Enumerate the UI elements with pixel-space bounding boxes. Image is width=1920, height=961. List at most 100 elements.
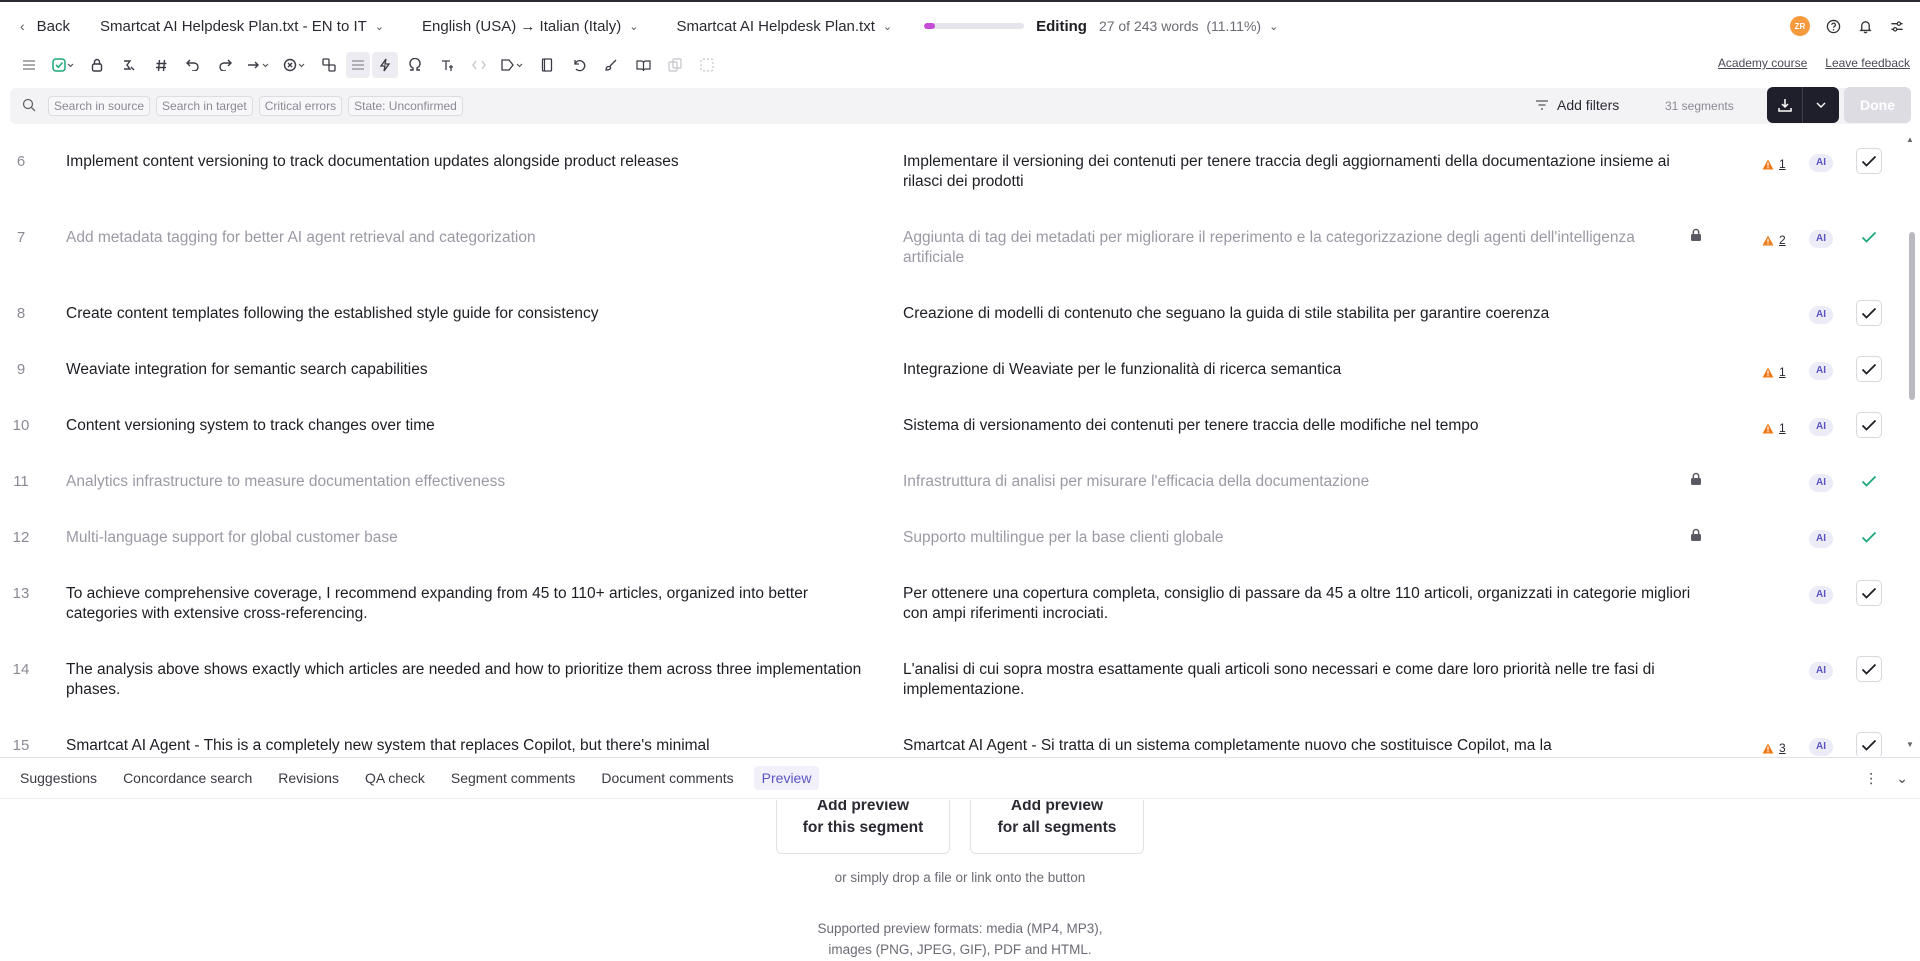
project-selector[interactable]: Smartcat AI Helpdesk Plan.txt - EN to IT…: [100, 18, 384, 35]
segment-row[interactable]: 10 Content versioning system to track ch…: [0, 412, 1905, 476]
tab-suggestions[interactable]: Suggestions: [20, 766, 97, 790]
language-pair-selector[interactable]: English (USA) → Italian (Italy) ⌄: [422, 18, 638, 35]
add-preview-segment-button[interactable]: Add preview for this segment: [776, 800, 950, 854]
add-preview-all-button[interactable]: Add preview for all segments: [970, 800, 1144, 854]
segment-row[interactable]: 12 Multi-language support for global cus…: [0, 528, 1905, 588]
special-chars-icon[interactable]: [400, 52, 430, 78]
confirmed-check-icon[interactable]: [1856, 224, 1882, 250]
segment-row[interactable]: 11 Analytics infrastructure to measure d…: [0, 472, 1905, 532]
revert-icon[interactable]: [564, 52, 594, 78]
confirmed-check-icon[interactable]: [1856, 468, 1882, 494]
segment-number: 8: [16, 305, 26, 322]
lightning-icon[interactable]: [372, 52, 398, 78]
target-text[interactable]: Infrastruttura di analisi per misurare l…: [903, 472, 1693, 492]
progress-indicator[interactable]: Editing 27 of 243 words (11.11%) ⌄: [924, 18, 1278, 35]
bell-icon[interactable]: [1856, 17, 1874, 35]
target-text[interactable]: L'analisi di cui sopra mostra esattament…: [903, 660, 1693, 700]
warning-count: 1: [1779, 365, 1786, 379]
hash-icon[interactable]: [146, 52, 176, 78]
segment-row[interactable]: 7 Add metadata tagging for better AI age…: [0, 228, 1905, 288]
qa-warning-badge[interactable]: 2: [1762, 230, 1786, 250]
tab-qa-check[interactable]: QA check: [365, 766, 425, 790]
confirmed-check-icon[interactable]: [1856, 524, 1882, 550]
go-to-icon[interactable]: [242, 52, 276, 78]
qa-warning-badge[interactable]: 1: [1762, 362, 1786, 382]
copy-source-icon[interactable]: [114, 52, 144, 78]
tab-preview[interactable]: Preview: [753, 766, 820, 790]
segment-row[interactable]: 13 To achieve comprehensive coverage, I …: [0, 580, 1905, 644]
scroll-up-icon[interactable]: ▲: [1906, 135, 1914, 144]
tab-segment-comments[interactable]: Segment comments: [451, 766, 576, 790]
target-text[interactable]: Smartcat AI Agent - Si tratta di un sist…: [903, 736, 1693, 756]
target-text[interactable]: Supporto multilingue per la base clienti…: [903, 528, 1693, 548]
segment-row[interactable]: 8 Create content templates following the…: [0, 300, 1905, 364]
scroll-down-icon[interactable]: ▼: [1906, 740, 1914, 749]
segment-row[interactable]: 6 Implement content versioning to track …: [0, 148, 1905, 212]
add-filters-button[interactable]: Add filters: [1535, 97, 1619, 113]
open-book-icon[interactable]: [628, 52, 658, 78]
progress-bar: [924, 23, 1025, 29]
collapse-panel-icon[interactable]: ⌄: [1896, 770, 1908, 787]
segment-number: 15: [12, 737, 30, 754]
redo-icon[interactable]: [210, 52, 240, 78]
confirm-segment-button[interactable]: [1856, 356, 1882, 382]
confirm-segment-button[interactable]: [1856, 148, 1882, 174]
book-icon[interactable]: [532, 52, 562, 78]
merge-icon[interactable]: [692, 52, 722, 78]
copy-icon[interactable]: [660, 52, 690, 78]
confirm-segment-button[interactable]: [1856, 300, 1882, 326]
qa-warning-badge[interactable]: 3: [1762, 738, 1786, 756]
qa-warning-badge[interactable]: 1: [1762, 154, 1786, 174]
ai-badge: AI: [1809, 154, 1833, 172]
academy-course-link[interactable]: Academy course: [1718, 56, 1807, 70]
target-text[interactable]: Sistema di versionamento dei contenuti p…: [903, 416, 1693, 436]
target-text[interactable]: Implementare il versioning dei contenuti…: [903, 152, 1693, 192]
back-button[interactable]: ‹ Back: [20, 18, 70, 35]
avatar[interactable]: ZR: [1790, 16, 1810, 36]
target-text[interactable]: Integrazione di Weaviate per le funziona…: [903, 360, 1693, 380]
align-icon[interactable]: [346, 52, 370, 78]
tab-document-comments[interactable]: Document comments: [601, 766, 733, 790]
filter-bar: Search in source Search in target Critic…: [10, 87, 1911, 124]
segment-row[interactable]: 9 Weaviate integration for semantic sear…: [0, 356, 1905, 420]
brush-icon[interactable]: [596, 52, 626, 78]
scrollbar-track[interactable]: [1907, 132, 1916, 750]
menu-lines-icon[interactable]: [14, 52, 44, 78]
confirm-status-icon[interactable]: [46, 52, 80, 78]
tab-revisions[interactable]: Revisions: [278, 766, 339, 790]
scrollbar-thumb[interactable]: [1909, 232, 1915, 400]
tab-concordance-search[interactable]: Concordance search: [123, 766, 252, 790]
code-tags-icon[interactable]: [464, 52, 494, 78]
leave-feedback-link[interactable]: Leave feedback: [1825, 56, 1910, 70]
download-options-button[interactable]: [1803, 87, 1839, 123]
segment-row[interactable]: 15 Smartcat AI Agent - This is a complet…: [0, 732, 1905, 756]
check-icon: [1861, 155, 1877, 167]
replace-icon[interactable]: [314, 52, 344, 78]
document-name: Smartcat AI Helpdesk Plan.txt: [676, 17, 875, 35]
confirm-segment-button[interactable]: [1856, 732, 1882, 756]
qa-warning-badge[interactable]: 1: [1762, 418, 1786, 438]
filter-chip-search-source[interactable]: Search in source: [48, 96, 151, 116]
download-button[interactable]: [1767, 87, 1803, 123]
settings-icon[interactable]: [1888, 17, 1906, 35]
confirm-segment-button[interactable]: [1856, 580, 1882, 606]
document-selector[interactable]: Smartcat AI Helpdesk Plan.txt ⌄: [676, 18, 892, 35]
segment-row[interactable]: 14 The analysis above shows exactly whic…: [0, 656, 1905, 720]
text-format-icon[interactable]: [432, 52, 462, 78]
help-icon[interactable]: [1824, 17, 1842, 35]
filter-chip-state[interactable]: State: Unconfirmed: [348, 96, 463, 116]
target-text[interactable]: Aggiunta di tag dei metadati per miglior…: [903, 228, 1693, 268]
target-text[interactable]: Per ottenere una copertura completa, con…: [903, 584, 1693, 624]
more-options-icon[interactable]: ⋮: [1864, 770, 1878, 787]
tag-icon[interactable]: [496, 52, 530, 78]
lock-icon[interactable]: [82, 52, 112, 78]
clear-icon[interactable]: [278, 52, 312, 78]
done-button[interactable]: Done: [1844, 87, 1911, 123]
undo-icon[interactable]: [178, 52, 208, 78]
confirm-segment-button[interactable]: [1856, 656, 1882, 682]
confirm-segment-button[interactable]: [1856, 412, 1882, 438]
target-text[interactable]: Creazione di modelli di contenuto che se…: [903, 304, 1693, 324]
filter-chip-search-target[interactable]: Search in target: [156, 96, 253, 116]
filter-chip-critical-errors[interactable]: Critical errors: [258, 96, 343, 116]
search-icon[interactable]: [22, 98, 38, 114]
